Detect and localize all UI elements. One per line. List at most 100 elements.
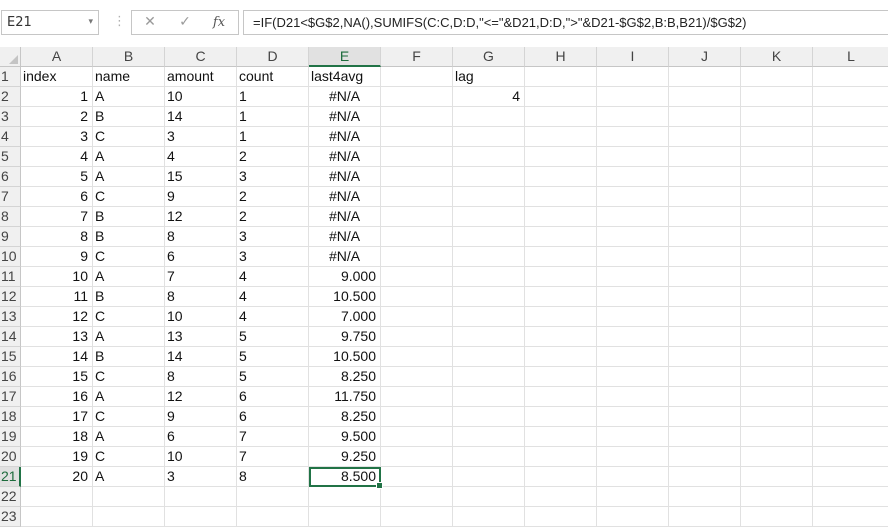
cell-g20[interactable] [453, 447, 525, 467]
cell-g18[interactable] [453, 407, 525, 427]
column-header-c[interactable]: C [165, 47, 237, 67]
row-header-18[interactable]: 18 [0, 407, 21, 427]
cell-c6[interactable]: 15 [165, 167, 237, 187]
cell-e16[interactable]: 8.250 [309, 367, 381, 387]
cell-b9[interactable]: B [93, 227, 165, 247]
cell-l18[interactable] [813, 407, 888, 427]
cell-l17[interactable] [813, 387, 888, 407]
cell-g21[interactable] [453, 467, 525, 487]
cell-f20[interactable] [381, 447, 453, 467]
cell-i13[interactable] [597, 307, 669, 327]
cell-i10[interactable] [597, 247, 669, 267]
cell-g13[interactable] [453, 307, 525, 327]
cell-i12[interactable] [597, 287, 669, 307]
cell-d1[interactable]: count [237, 67, 309, 87]
cell-a17[interactable]: 16 [21, 387, 93, 407]
cell-b23[interactable] [93, 507, 165, 527]
cell-b15[interactable]: B [93, 347, 165, 367]
row-header-17[interactable]: 17 [0, 387, 21, 407]
cell-c10[interactable]: 6 [165, 247, 237, 267]
cell-k5[interactable] [741, 147, 813, 167]
cell-k17[interactable] [741, 387, 813, 407]
cell-h22[interactable] [525, 487, 597, 507]
cell-h9[interactable] [525, 227, 597, 247]
row-header-6[interactable]: 6 [0, 167, 21, 187]
cell-d10[interactable]: 3 [237, 247, 309, 267]
cell-l14[interactable] [813, 327, 888, 347]
cell-k4[interactable] [741, 127, 813, 147]
cell-e9[interactable]: #N/A [309, 227, 381, 247]
row-header-7[interactable]: 7 [0, 187, 21, 207]
cell-g7[interactable] [453, 187, 525, 207]
row-header-4[interactable]: 4 [0, 127, 21, 147]
cell-c5[interactable]: 4 [165, 147, 237, 167]
cell-k1[interactable] [741, 67, 813, 87]
cell-c4[interactable]: 3 [165, 127, 237, 147]
cell-f17[interactable] [381, 387, 453, 407]
cell-i16[interactable] [597, 367, 669, 387]
row-header-16[interactable]: 16 [0, 367, 21, 387]
cell-e10[interactable]: #N/A [309, 247, 381, 267]
cell-f8[interactable] [381, 207, 453, 227]
column-header-b[interactable]: B [93, 47, 165, 67]
cell-g1[interactable]: lag [453, 67, 525, 87]
cell-h14[interactable] [525, 327, 597, 347]
row-header-5[interactable]: 5 [0, 147, 21, 167]
cell-a22[interactable] [21, 487, 93, 507]
cell-d14[interactable]: 5 [237, 327, 309, 347]
cell-a21[interactable]: 20 [21, 467, 93, 487]
cell-j7[interactable] [669, 187, 741, 207]
cell-d13[interactable]: 4 [237, 307, 309, 327]
cell-l11[interactable] [813, 267, 888, 287]
cell-k18[interactable] [741, 407, 813, 427]
cell-k11[interactable] [741, 267, 813, 287]
cell-j11[interactable] [669, 267, 741, 287]
cell-j1[interactable] [669, 67, 741, 87]
cell-l4[interactable] [813, 127, 888, 147]
cell-h12[interactable] [525, 287, 597, 307]
cell-l3[interactable] [813, 107, 888, 127]
cell-i6[interactable] [597, 167, 669, 187]
row-header-19[interactable]: 19 [0, 427, 21, 447]
column-header-h[interactable]: H [525, 47, 597, 67]
cell-g16[interactable] [453, 367, 525, 387]
cell-a5[interactable]: 4 [21, 147, 93, 167]
cell-k2[interactable] [741, 87, 813, 107]
cell-b4[interactable]: C [93, 127, 165, 147]
cell-k16[interactable] [741, 367, 813, 387]
cell-e18[interactable]: 8.250 [309, 407, 381, 427]
cell-j18[interactable] [669, 407, 741, 427]
cell-h7[interactable] [525, 187, 597, 207]
cell-j19[interactable] [669, 427, 741, 447]
cell-d6[interactable]: 3 [237, 167, 309, 187]
cell-c14[interactable]: 13 [165, 327, 237, 347]
cell-c23[interactable] [165, 507, 237, 527]
cell-i5[interactable] [597, 147, 669, 167]
cell-c20[interactable]: 10 [165, 447, 237, 467]
cell-e8[interactable]: #N/A [309, 207, 381, 227]
cell-i3[interactable] [597, 107, 669, 127]
cell-j3[interactable] [669, 107, 741, 127]
cell-d17[interactable]: 6 [237, 387, 309, 407]
cell-c18[interactable]: 9 [165, 407, 237, 427]
row-header-23[interactable]: 23 [0, 507, 21, 527]
cell-l6[interactable] [813, 167, 888, 187]
cell-j10[interactable] [669, 247, 741, 267]
cell-c9[interactable]: 8 [165, 227, 237, 247]
cell-h13[interactable] [525, 307, 597, 327]
cell-e12[interactable]: 10.500 [309, 287, 381, 307]
cell-k13[interactable] [741, 307, 813, 327]
cell-a19[interactable]: 18 [21, 427, 93, 447]
cell-j20[interactable] [669, 447, 741, 467]
cell-f22[interactable] [381, 487, 453, 507]
cell-b16[interactable]: C [93, 367, 165, 387]
cell-b6[interactable]: A [93, 167, 165, 187]
cell-j16[interactable] [669, 367, 741, 387]
cell-j4[interactable] [669, 127, 741, 147]
column-header-k[interactable]: K [741, 47, 813, 67]
cell-i18[interactable] [597, 407, 669, 427]
cell-g9[interactable] [453, 227, 525, 247]
cell-f21[interactable] [381, 467, 453, 487]
cell-b22[interactable] [93, 487, 165, 507]
insert-function-icon[interactable]: fx [204, 11, 234, 34]
